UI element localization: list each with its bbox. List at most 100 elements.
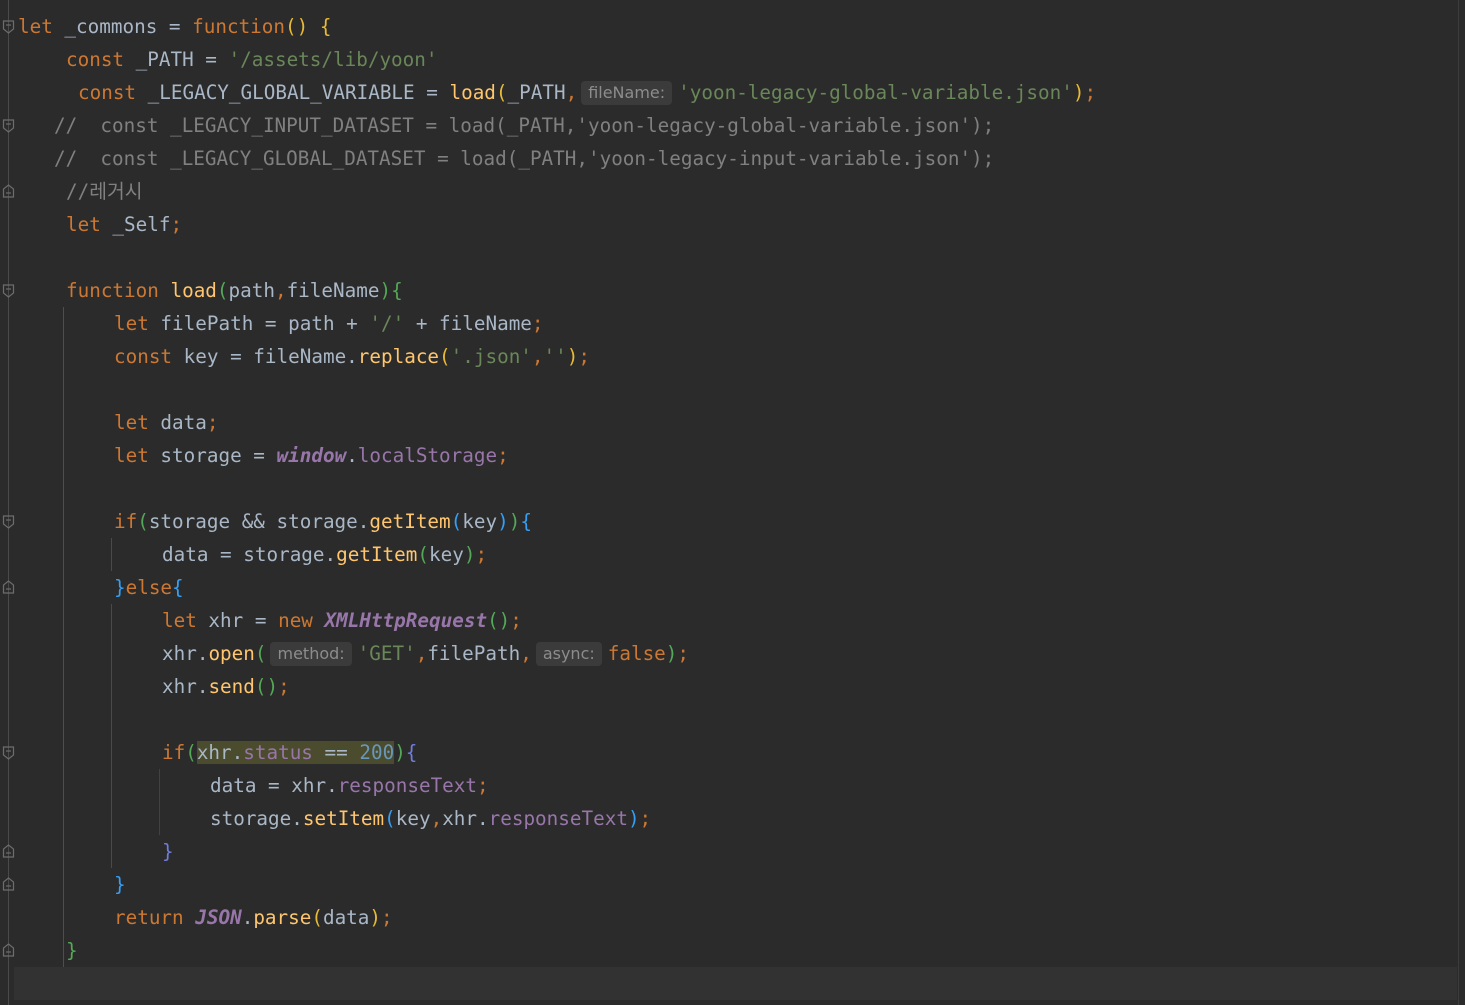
code-token: '.json': [450, 345, 532, 368]
code-line[interactable]: storage.setItem(key,xhr.responseText);: [210, 802, 651, 835]
code-line[interactable]: }else{: [114, 571, 184, 604]
code-token: _LEGACY_GLOBAL_VARIABLE =: [136, 81, 450, 104]
code-token: parse: [253, 906, 312, 929]
fold-end-icon[interactable]: [2, 844, 15, 858]
code-token: key = fileName.: [172, 345, 358, 368]
code-token: ;: [170, 213, 183, 236]
fold-start-icon[interactable]: [2, 119, 15, 133]
code-token: key: [429, 543, 464, 566]
code-token: (: [254, 642, 267, 665]
code-token: ,: [430, 807, 443, 830]
code-token: (: [311, 906, 323, 929]
code-token: ,: [520, 642, 532, 665]
code-token: status: [243, 741, 313, 764]
code-line[interactable]: let _Self;: [66, 208, 182, 241]
code-token: (): [285, 15, 309, 38]
code-token: getItem: [336, 543, 418, 566]
code-token: ): [394, 741, 406, 764]
code-token: + fileName: [404, 312, 532, 335]
code-token: ;: [1084, 81, 1097, 104]
right-margin-guide: [1458, 0, 1459, 1005]
code-token: ,: [531, 345, 544, 368]
code-token: const: [66, 48, 125, 71]
code-token: storage =: [148, 444, 277, 467]
code-token: if: [162, 741, 186, 764]
code-token: function: [66, 279, 159, 302]
code-token: let: [114, 411, 149, 434]
parameter-hint: method:: [270, 642, 352, 666]
code-token: responseText: [488, 807, 628, 830]
code-line[interactable]: // const _LEGACY_INPUT_DATASET = load(_P…: [54, 109, 994, 142]
code-token: load: [449, 81, 496, 104]
code-line[interactable]: const _LEGACY_GLOBAL_VARIABLE = load(_PA…: [78, 76, 1096, 109]
code-token: XMLHttpRequest: [324, 609, 488, 632]
code-token: else: [125, 576, 173, 599]
code-token: }: [114, 873, 126, 896]
code-token: 'GET': [357, 642, 416, 665]
fold-start-icon[interactable]: [2, 20, 15, 34]
code-token: storage.: [210, 807, 303, 830]
code-token: ;: [381, 906, 393, 929]
code-line[interactable]: data = storage.getItem(key);: [162, 538, 487, 571]
code-token: getItem: [369, 510, 451, 533]
code-token: .: [346, 444, 358, 467]
code-token: JSON: [195, 906, 242, 929]
code-token: localStorage: [357, 444, 498, 467]
code-token: ): [627, 807, 640, 830]
fold-start-icon[interactable]: [2, 284, 15, 298]
code-line[interactable]: const key = fileName.replace('.json','')…: [114, 340, 590, 373]
code-token: xhr =: [196, 609, 279, 632]
code-line[interactable]: xhr.open(method: 'GET',filePath, async: fal…: [162, 637, 689, 670]
code-token: (): [487, 609, 511, 632]
code-token: _PATH =: [124, 48, 229, 71]
fold-start-icon[interactable]: [2, 746, 15, 760]
code-token: replace: [357, 345, 440, 368]
code-line[interactable]: data = xhr.responseText;: [210, 769, 489, 802]
code-line[interactable]: //레거시: [66, 175, 142, 208]
fold-end-icon[interactable]: [2, 943, 15, 957]
code-token: ;: [497, 444, 509, 467]
code-token: if: [114, 510, 138, 533]
code-token: ;: [639, 807, 652, 830]
code-line[interactable]: if(storage && storage.getItem(key)){: [114, 505, 532, 538]
code-line[interactable]: }: [66, 934, 78, 967]
code-token: }: [114, 576, 126, 599]
code-token: data = xhr.: [210, 774, 338, 797]
code-line[interactable]: return JSON.parse(data);: [114, 901, 393, 934]
code-token: false: [607, 642, 666, 665]
fold-start-icon[interactable]: [2, 515, 15, 529]
fold-end-icon[interactable]: [2, 580, 15, 594]
code-line[interactable]: let _commons = function() {: [18, 10, 331, 43]
fold-end-icon[interactable]: [2, 877, 15, 891]
code-token: let: [66, 213, 101, 236]
code-line[interactable]: let data;: [114, 406, 218, 439]
code-token: path: [228, 279, 275, 302]
code-editor[interactable]: let _commons = function() {const _PATH =…: [0, 0, 1465, 1005]
code-line[interactable]: const _PATH = '/assets/lib/yoon': [66, 43, 437, 76]
code-line[interactable]: xhr.send();: [162, 670, 290, 703]
indent-guide: [111, 604, 112, 868]
code-token: ;: [677, 642, 690, 665]
code-token: open: [208, 642, 255, 665]
code-token: const: [78, 81, 137, 104]
code-line[interactable]: function load(path,fileName){: [66, 274, 403, 307]
code-token: (: [439, 345, 451, 368]
parameter-hint: async:: [535, 642, 602, 666]
fold-end-icon[interactable]: [2, 184, 15, 198]
code-line[interactable]: }: [162, 835, 174, 868]
code-token: '': [543, 345, 567, 368]
code-line[interactable]: let xhr = new XMLHttpRequest();: [162, 604, 522, 637]
code-line[interactable]: if(xhr.status == 200){: [162, 736, 417, 769]
code-token: ): [566, 345, 579, 368]
code-token: (: [384, 807, 396, 830]
code-token: (: [216, 279, 229, 302]
code-line[interactable]: // const _LEGACY_GLOBAL_DATASET = load(_…: [54, 142, 994, 175]
code-line[interactable]: let storage = window.localStorage;: [114, 439, 509, 472]
code-token: load: [170, 279, 217, 302]
code-line[interactable]: let filePath = path + '/' + fileName;: [114, 307, 544, 340]
code-line[interactable]: }: [114, 868, 126, 901]
code-token: {: [405, 741, 418, 764]
code-token: ): [497, 510, 509, 533]
code-token: _Self: [100, 213, 171, 236]
